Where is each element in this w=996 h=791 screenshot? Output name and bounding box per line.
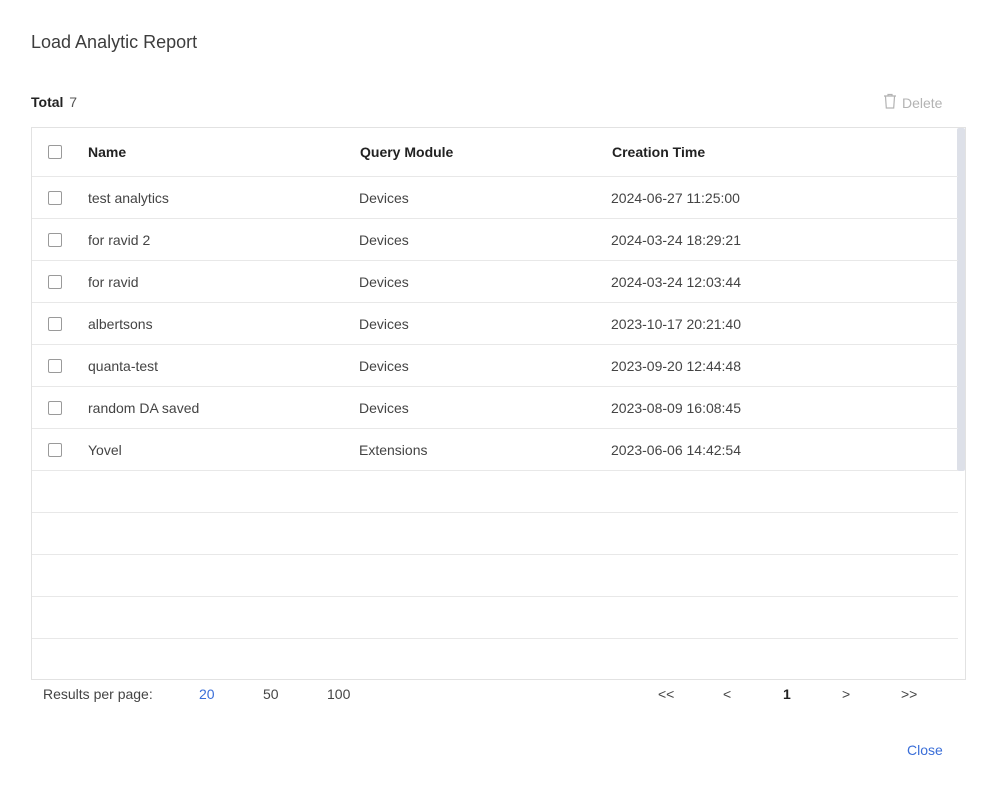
page-size-50[interactable]: 50: [263, 686, 279, 702]
column-header-name[interactable]: Name: [88, 144, 126, 160]
row-module: Devices: [359, 316, 409, 332]
row-module: Devices: [359, 190, 409, 206]
next-page-button[interactable]: >: [842, 686, 850, 702]
table-scrollbar[interactable]: [957, 128, 965, 471]
row-name: test analytics: [88, 190, 169, 206]
column-header-query-module[interactable]: Query Module: [360, 144, 453, 160]
row-created: 2023-09-20 12:44:48: [611, 358, 741, 374]
row-module: Devices: [359, 274, 409, 290]
table-row[interactable]: quanta-test Devices 2023-09-20 12:44:48: [32, 345, 958, 387]
row-created: 2024-06-27 11:25:00: [611, 190, 740, 206]
row-checkbox[interactable]: [48, 359, 62, 373]
row-checkbox[interactable]: [48, 401, 62, 415]
row-name: for ravid 2: [88, 232, 151, 248]
empty-row: [32, 555, 958, 597]
current-page: 1: [783, 686, 791, 702]
first-page-button[interactable]: <<: [658, 686, 674, 702]
table-row[interactable]: random DA saved Devices 2023-08-09 16:08…: [32, 387, 958, 429]
row-name: quanta-test: [88, 358, 159, 374]
empty-row: [32, 597, 958, 639]
row-checkbox[interactable]: [48, 443, 62, 457]
row-module: Devices: [359, 232, 409, 248]
row-module: Devices: [359, 358, 409, 374]
row-name: for ravid: [88, 274, 139, 290]
row-created: 2023-10-17 20:21:40: [611, 316, 741, 332]
row-created: 2024-03-24 12:03:44: [611, 274, 741, 290]
total-label: Total: [31, 94, 64, 110]
row-checkbox[interactable]: [48, 191, 62, 205]
close-button[interactable]: Close: [907, 742, 943, 758]
reports-table: Name Query Module Creation Time test ana…: [31, 127, 966, 680]
table-row[interactable]: test analytics Devices 2024-06-27 11:25:…: [32, 177, 958, 219]
page-size-100[interactable]: 100: [327, 686, 350, 702]
row-name: Yovel: [88, 442, 122, 458]
total-value: 7: [69, 94, 78, 110]
last-page-button[interactable]: >>: [901, 686, 917, 702]
prev-page-button[interactable]: <: [723, 686, 731, 702]
empty-row: [32, 513, 958, 555]
page-size-20[interactable]: 20: [199, 686, 215, 702]
table-row[interactable]: for ravid 2 Devices 2024-03-24 18:29:21: [32, 219, 958, 261]
row-name: random DA saved: [88, 400, 200, 416]
table-row[interactable]: for ravid Devices 2024-03-24 12:03:44: [32, 261, 958, 303]
row-checkbox[interactable]: [48, 233, 62, 247]
select-all-checkbox[interactable]: [48, 145, 62, 159]
row-created: 2023-08-09 16:08:45: [611, 400, 741, 416]
row-created: 2023-06-06 14:42:54: [611, 442, 741, 458]
row-checkbox[interactable]: [48, 317, 62, 331]
empty-row: [32, 471, 958, 513]
total-count: Total 7: [31, 94, 77, 110]
pagination-bar: Results per page: 20 50 100 << < 1 > >>: [0, 686, 996, 704]
table-header: Name Query Module Creation Time: [32, 128, 958, 177]
trash-icon: [883, 93, 897, 112]
row-module: Extensions: [359, 442, 428, 458]
results-per-page-label: Results per page:: [43, 686, 153, 702]
table-row[interactable]: Yovel Extensions 2023-06-06 14:42:54: [32, 429, 958, 471]
row-name: albertsons: [88, 316, 153, 332]
row-checkbox[interactable]: [48, 275, 62, 289]
column-header-creation-time[interactable]: Creation Time: [612, 144, 705, 160]
delete-label: Delete: [902, 94, 943, 111]
row-module: Devices: [359, 400, 409, 416]
table-row[interactable]: albertsons Devices 2023-10-17 20:21:40: [32, 303, 958, 345]
page-title: Load Analytic Report: [31, 32, 198, 52]
row-created: 2024-03-24 18:29:21: [611, 232, 741, 248]
delete-button[interactable]: Delete: [883, 93, 942, 112]
